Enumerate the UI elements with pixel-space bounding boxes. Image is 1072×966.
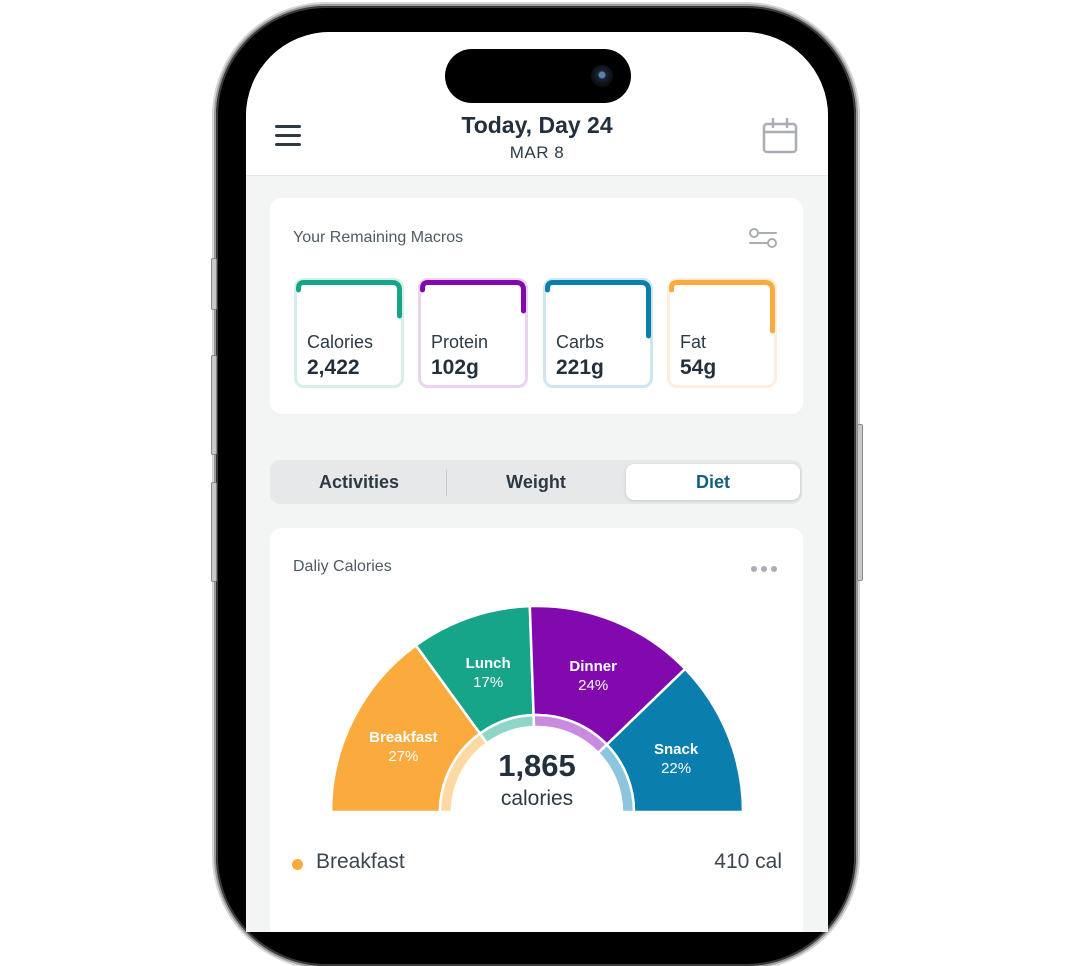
- power-button: [857, 424, 863, 581]
- chart-segment-label: Lunch: [466, 655, 511, 672]
- chart-segment-percent: 17%: [473, 674, 503, 691]
- chart-segment-percent: 24%: [578, 677, 608, 694]
- action-button: [211, 258, 217, 310]
- legend-name: Breakfast: [316, 850, 405, 873]
- dynamic-island: [445, 49, 631, 103]
- chart-segment-percent: 22%: [661, 760, 691, 777]
- camera-icon: [591, 65, 613, 87]
- app-screen: Today, Day 24 MAR 8 Your Remaining Macro…: [246, 32, 828, 932]
- chart-segment-label: Dinner: [569, 658, 617, 675]
- calories-half-donut-chart: Breakfast 27% Lunch 17% Dinner 24% Snack 22%: [329, 604, 745, 814]
- chart-segment-label: Snack: [654, 741, 699, 758]
- chart-segment-percent: 27%: [388, 748, 418, 765]
- legend-item-breakfast[interactable]: Breakfast 410 cal: [292, 850, 782, 880]
- legend-value: 410 cal: [714, 850, 782, 873]
- total-calories-label: calories: [500, 787, 574, 810]
- legend-color-dot: [292, 859, 303, 870]
- volume-down-button: [211, 482, 217, 582]
- chart-segment-label: Breakfast: [369, 729, 437, 746]
- volume-up-button: [211, 355, 217, 455]
- total-calories-value: 1,865: [498, 748, 576, 783]
